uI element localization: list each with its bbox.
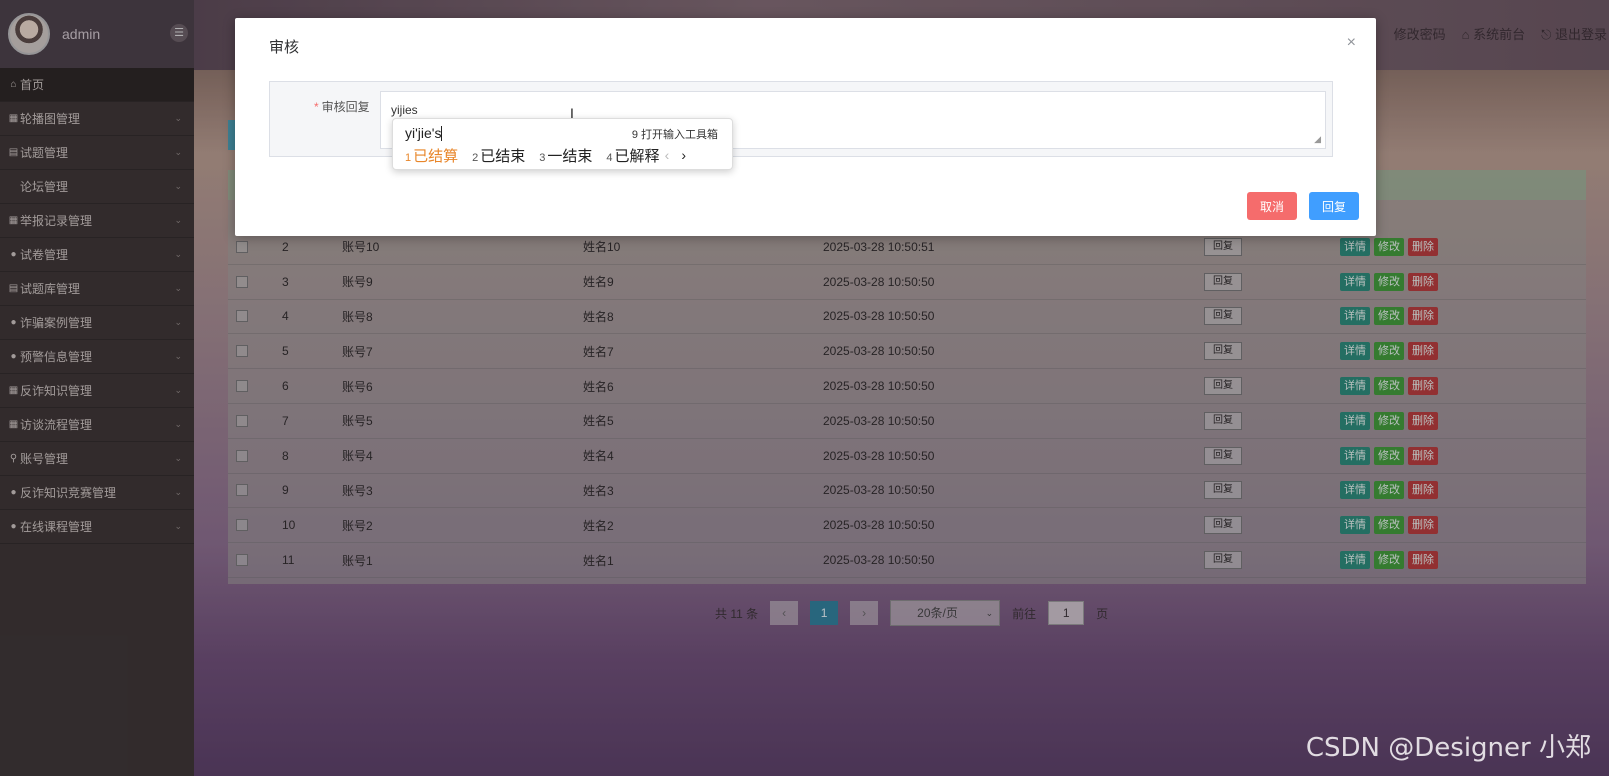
- ime-prev-icon[interactable]: ‹: [665, 147, 682, 163]
- ime-candidates: 1 已结算 2 已结束 3 一结束 4 已解释: [405, 145, 660, 166]
- ime-candidate-text: 已解释: [614, 148, 660, 165]
- ime-candidate[interactable]: 4 已解释: [606, 145, 659, 166]
- resize-handle-icon[interactable]: ◢: [1314, 134, 1321, 145]
- ime-candidate[interactable]: 1 已结算: [405, 145, 458, 166]
- required-mark: *: [314, 100, 319, 114]
- reply-button[interactable]: 回复: [1309, 192, 1359, 220]
- cancel-button[interactable]: 取消: [1247, 192, 1297, 220]
- ime-composition-text: yi'jie's: [405, 125, 442, 141]
- ime-candidate-number: 3: [539, 152, 546, 164]
- dialog-title: 审核: [269, 39, 300, 56]
- ime-candidate-text: 已结算: [413, 148, 459, 165]
- watermark: CSDN @Designer 小郑: [1305, 733, 1591, 763]
- ime-candidate[interactable]: 2 已结束: [472, 145, 525, 166]
- ime-composition: yi'jie's: [405, 125, 443, 141]
- ime-candidate-text: 一结束: [547, 148, 593, 165]
- ime-next-icon[interactable]: ›: [681, 147, 698, 163]
- ime-toolbox-link[interactable]: 9 打开输入工具箱: [632, 126, 718, 142]
- ime-caret: [441, 126, 443, 141]
- ime-candidate-window: yi'jie's 9 打开输入工具箱 1 已结算 2 已结束 3 一结束 4 已解释 ‹›: [392, 118, 733, 170]
- ime-nav: ‹›: [665, 147, 698, 163]
- field-label-text: 审核回复: [321, 100, 370, 114]
- ime-candidate[interactable]: 3 一结束: [539, 145, 592, 166]
- close-icon[interactable]: ×: [1347, 34, 1356, 52]
- ime-candidate-text: 已结束: [480, 148, 526, 165]
- ime-candidate-number: 2: [472, 152, 479, 164]
- field-label: * 审核回复: [314, 98, 370, 115]
- ime-candidate-number: 1: [405, 152, 412, 164]
- ime-candidate-number: 4: [606, 152, 613, 164]
